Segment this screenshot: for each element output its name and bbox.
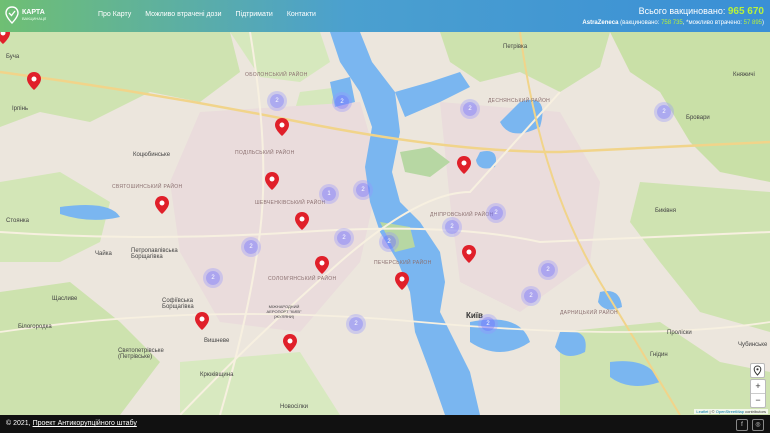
facebook-icon[interactable]: f [736,419,748,431]
place-shchaslyve: Щасливе [52,296,78,302]
astrazeneca-stats: AstraZeneca (вакциновано: 758 735, *можл… [582,20,764,26]
place-bykivnia: Биківня [655,208,676,214]
cluster-marker[interactable]: 2 [541,263,555,277]
main-nav: Про Карту Можливо втрачені дози Підтрима… [98,11,316,18]
total-value: 965 670 [727,6,764,17]
cluster-marker[interactable]: 2 [206,271,220,285]
map-pin-icon[interactable] [155,196,169,214]
map-pin-icon[interactable] [265,172,279,190]
district-desnianskyi: ДЕСНЯНСЬКИЙ РАЙОН [488,98,551,104]
place-bilohorodka: Білогородка [18,324,52,330]
place-chaika: Чайка [95,251,112,257]
place-brovary: Бровари [686,115,710,121]
place-sofiivska: Софіївська Борщагівка [162,298,194,310]
cluster-marker[interactable]: 2 [356,183,370,197]
place-airport: МІЖНАРОДНИЙ АЕРОПОРТ "КИЇВ" (ЖУЛЯНИ) [266,304,302,319]
place-novosilky: Новосілки [280,404,308,410]
instagram-icon[interactable]: ◎ [752,419,764,431]
map-canvas[interactable]: Буча Ірпінь Київ Бровари Вишневе ОБОЛОНС… [0,32,770,415]
place-vyshneve: Вишневе [204,338,230,344]
place-petropavlivska: Петропавлівська Борщагівка [131,248,178,260]
map-pin-icon[interactable] [315,256,329,274]
place-kniazhichi: Княжичі [733,72,755,78]
place-prolisky: Проліски [667,330,692,336]
place-sviatopetrivske: Святопетрівське (Петрівське) [118,348,164,360]
map-pin-icon[interactable] [395,272,409,290]
place-petrivka: Петрівка [503,44,528,50]
cluster-marker[interactable]: 2 [349,317,363,331]
district-solomianskyi: СОЛОМ'ЯНСЬКИЙ РАЙОН [268,276,337,282]
nav-contacts[interactable]: Контакти [287,11,316,18]
map-pin-icon[interactable] [0,32,10,44]
map-pin-icon[interactable] [283,334,297,352]
map-pin-icon[interactable] [195,312,209,330]
nav-lost-doses[interactable]: Можливо втрачені дози [145,11,221,18]
place-kyiv: Київ [466,311,483,320]
az-vacc-value: 758 735 [661,20,683,26]
cluster-marker[interactable]: 2 [489,206,503,220]
cluster-marker[interactable]: 2 [445,220,459,234]
cluster-marker[interactable]: 2 [524,289,538,303]
cluster-marker[interactable]: 2 [657,105,671,119]
cluster-marker[interactable]: 2 [382,235,396,249]
nav-support[interactable]: Підтримати [235,11,272,18]
location-pin-icon [753,365,762,376]
place-irpin: Ірпінь [12,106,29,112]
logo-subtitle: ВАКЦИНАЦІЇ [22,16,47,21]
az-name: AstraZeneca [582,20,619,26]
footer-copyright: © 2021, Проект Антикорупційного штабу [6,420,137,427]
leaflet-link[interactable]: Leaflet [696,409,708,414]
district-pechersk: ПЕЧЕРСЬКИЙ РАЙОН [374,260,432,266]
map-attribution: Leaflet | © OpenStreetMap contributors [694,409,768,414]
map-pin-icon[interactable] [295,212,309,230]
vaccination-stats: Всього вакциновано: 965 670 AstraZeneca … [582,6,764,26]
total-vaccinated: Всього вакциновано: 965 670 [582,6,764,17]
attribution-separator: | © [708,409,716,414]
cluster-marker[interactable]: 1 [322,187,336,201]
place-kotsiubynske: Коцюбинське [133,152,171,158]
cluster-marker[interactable]: 2 [335,95,349,109]
total-label: Всього вакциновано: [638,6,726,16]
cluster-marker[interactable]: 2 [337,231,351,245]
map-pin-icon[interactable] [275,118,289,136]
logo[interactable]: КАРТА ВАКЦИНАЦІЇ [5,6,46,24]
place-chubynske: Чубинське [738,342,768,348]
social-links: f ◎ [736,419,764,431]
copyright-text: © 2021, [6,420,33,427]
district-darnytskyi: ДАРНИЦЬКИЙ РАЙОН [560,310,618,316]
cluster-marker[interactable]: 2 [463,102,477,116]
anticorruption-link[interactable]: Проект Антикорупційного штабу [33,420,137,427]
az-vacc-label: (вакциновано: [618,20,662,26]
place-bucha: Буча [6,54,20,60]
locate-button[interactable] [750,363,765,378]
zoom-out-button[interactable]: − [751,393,765,407]
top-header: КАРТА ВАКЦИНАЦІЇ Про Карту Можливо втрач… [0,0,770,32]
az-close: ) [762,20,764,26]
cluster-marker[interactable]: 2 [244,240,258,254]
map-pin-icon[interactable] [462,245,476,263]
cluster-marker[interactable]: 2 [270,94,284,108]
az-lost-value: 57 895 [743,20,762,26]
zoom-control: + − [750,379,766,408]
map-pin-logo-icon [5,6,19,24]
district-shevchenko: ШЕВЧЕНКІВСЬКИЙ РАЙОН [255,200,326,206]
district-obolon: ОБОЛОНСЬКИЙ РАЙОН [245,72,308,78]
osm-link[interactable]: OpenStreetMap [716,409,744,414]
footer: © 2021, Проект Антикорупційного штабу f … [0,415,770,433]
zoom-in-button[interactable]: + [751,380,765,393]
attribution-tail: contributors [743,409,766,414]
place-kriukivshchyna: Крюківщина [200,372,234,378]
nav-about[interactable]: Про Карту [98,11,131,18]
map-pin-icon[interactable] [27,72,41,90]
district-dniprovskyi: ДНІПРОВСЬКИЙ РАЙОН [430,212,494,218]
district-sviatoshynskyi: СВЯТОШИНСЬКИЙ РАЙОН [112,184,183,190]
district-podil: ПОДІЛЬСЬКИЙ РАЙОН [235,150,295,156]
logo-title: КАРТА [22,9,45,16]
cluster-marker[interactable]: 2 [481,317,495,331]
place-hnidyn: Гнідин [650,352,668,358]
map-pin-icon[interactable] [457,156,471,174]
place-stoianka: Стоянка [6,218,30,224]
az-lost-label: , *можливо втрачено: [682,20,744,26]
